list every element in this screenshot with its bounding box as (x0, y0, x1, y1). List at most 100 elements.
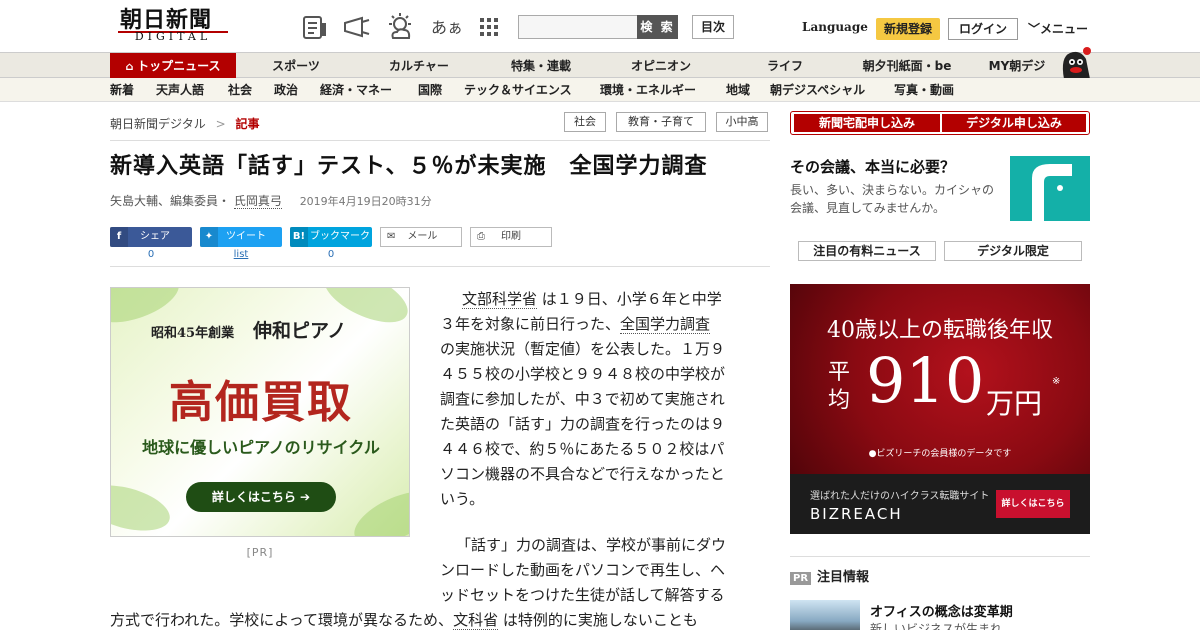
office-thumbnail[interactable] (790, 600, 860, 630)
paper-icon[interactable] (300, 12, 330, 42)
bizreach-logo: BIZREACH (810, 505, 903, 523)
bookmark-label: ブックマーク (310, 231, 370, 242)
text-line: ソコン機器の不具合などで行えなかったと (440, 465, 725, 483)
nav-culture[interactable]: カルチャー (376, 53, 462, 79)
tag-education[interactable]: 教育・子育て (616, 112, 706, 132)
subnav-environment[interactable]: 環境・エネルギー (600, 78, 696, 102)
nav-opinion[interactable]: オピニオン (618, 53, 704, 79)
subnav-world[interactable]: 国際 (418, 78, 442, 102)
toc-button[interactable]: 目次 (692, 15, 734, 39)
attention-label: 注目情報 (817, 570, 870, 585)
twitter-tweet-button[interactable]: ✦ ツイート (200, 227, 282, 247)
article-date: 2019年4月19日20時31分 (299, 195, 432, 208)
article-title: 新導入英語「話す」テスト、５％が未実施 全国学力調査 (110, 154, 708, 179)
link-mext[interactable]: 文部科学省 (462, 290, 538, 309)
language-link[interactable]: Language (802, 20, 868, 34)
byline: 矢島大輔、編集委員・ 氏岡真弓 2019年4月19日20時31分 (110, 192, 432, 209)
sub-nav: 新着 天声人語 社会 政治 経済・マネー 国際 テック＆サイエンス 環境・エネル… (0, 78, 1200, 102)
promo-title[interactable]: その会議、本当に必要？ (790, 156, 955, 177)
text-line: ４５５校の小学校と９９４８校の中学校が (440, 365, 726, 383)
biz-average-label: 平均 (828, 360, 851, 413)
article-paragraph-2: 「話す」力の調査は、学校が事前にダウ ンロードした動画をパソコンで再生し、ヘ ッ… (440, 533, 775, 608)
breadcrumb-separator: > (215, 117, 226, 131)
subnav-new[interactable]: 新着 (110, 78, 134, 102)
link-mext[interactable]: 文科省 (453, 611, 499, 630)
author-link[interactable]: 氏岡真弓 (233, 194, 282, 209)
subnav-politics[interactable]: 政治 (274, 78, 298, 102)
weather-icon[interactable] (385, 12, 415, 42)
subnav-tech[interactable]: テック＆サイエンス (464, 78, 572, 102)
facebook-share-button[interactable]: f シェア (110, 227, 192, 247)
print-button[interactable]: ⎙ 印刷 (470, 227, 552, 247)
bizreach-ad[interactable]: 40歳以上の転職後年収 平均 910 万円 ※ ●ビズリーチの会員様のデータです… (790, 284, 1090, 534)
site-logo-sub[interactable]: DIGITAL (118, 30, 228, 46)
biz-amount: 910 (866, 344, 985, 417)
login-button[interactable]: ログイン (948, 18, 1018, 40)
tab-premium-news[interactable]: 注目の有料ニュース (798, 241, 936, 261)
biz-unit: 万円 (986, 387, 1043, 420)
link-national-test[interactable]: 全国学力調査 (620, 315, 711, 334)
main-nav: ⌂ トップニュース スポーツ カルチャー 特集・連載 オピニオン ライフ 朝夕刊… (0, 47, 1200, 79)
nav-sports[interactable]: スポーツ (256, 53, 336, 79)
newspaper-subscribe-button[interactable]: 新聞宅配申し込み (794, 114, 940, 132)
twitter-list-link[interactable]: list (200, 249, 282, 260)
biz-details-button[interactable]: 詳しくはこちら (996, 490, 1070, 518)
tag-school[interactable]: 小中高 (716, 112, 768, 132)
chevron-down-icon: ﹀ (1028, 22, 1041, 36)
text-line: ４４６校で、約５％にあたる５０２校はパ (440, 440, 725, 458)
text-line: ッドセットをつけた生徒が話して解答する (440, 586, 725, 604)
font-size-icon[interactable]: あぁ (431, 14, 463, 38)
nav-my-asadeji[interactable]: MY朝デジ (982, 53, 1052, 79)
tag-society[interactable]: 社会 (564, 112, 606, 132)
nav-label: トップニュース (137, 59, 221, 73)
text: は１９日、小学６年と中学 (537, 290, 722, 308)
menu-button[interactable]: ﹀メニュー (1028, 20, 1088, 37)
nav-life[interactable]: ライフ (750, 53, 820, 79)
subscribe-buttons: 新聞宅配申し込み デジタル申し込み (790, 111, 1090, 135)
breadcrumb: 朝日新聞デジタル > 記事 (110, 115, 260, 132)
divider (110, 266, 770, 267)
megaphone-icon[interactable] (342, 12, 372, 42)
attention-news-sub: 新しいビジネスが生まれ (870, 622, 1003, 630)
hatena-icon: B! (290, 227, 308, 247)
share-label: シェア (140, 231, 170, 242)
divider (790, 556, 1090, 557)
biz-note: ●ビズリーチの会員様のデータです (868, 449, 1012, 459)
hatena-bookmark-button[interactable]: B! ブックマーク (290, 227, 372, 247)
text: ３年を対象に前日行った、 (440, 315, 621, 333)
text: は特例的に実施しないことも (498, 611, 698, 629)
hatena-count: 0 (327, 249, 335, 260)
subnav-society[interactable]: 社会 (228, 78, 252, 102)
leaf-decoration (346, 480, 409, 536)
text-line: ンロードした動画をパソコンで再生し、ヘ (440, 561, 726, 579)
mail-button[interactable]: ✉ メール (380, 227, 462, 247)
ad-tagline: 地球に優しいピアノのリサイクル (142, 438, 380, 457)
subnav-photo[interactable]: 写真・動画 (894, 78, 954, 102)
subnav-special[interactable]: 朝デジスペシャル (770, 78, 865, 102)
search-button[interactable]: 検 索 (637, 15, 678, 39)
print-icon: ⎙ (477, 231, 485, 242)
nav-paper[interactable]: 朝夕刊紙面・be (856, 53, 958, 79)
text-line: の実施状況（暫定値）を公表した。１万９ (440, 340, 726, 358)
signup-button[interactable]: 新規登録 (876, 18, 940, 40)
mascot-icon[interactable] (1056, 45, 1092, 79)
search-input[interactable] (518, 15, 638, 39)
attention-heading: PR 注目情報 (790, 566, 869, 585)
digital-subscribe-button[interactable]: デジタル申し込み (942, 114, 1086, 132)
text-line: 「話す」力の調査は、学校が事前にダウ (456, 536, 727, 554)
leaf-decoration (111, 477, 175, 536)
apps-grid-icon[interactable] (474, 12, 504, 42)
nav-top-news[interactable]: ⌂ トップニュース (110, 53, 236, 79)
subnav-economy[interactable]: 経済・マネー (320, 78, 392, 102)
site-header: 朝日新聞 DIGITAL あぁ 検 索 目次 Language 新規登録 ログイ… (0, 0, 1200, 52)
promo-image[interactable] (1010, 156, 1090, 221)
piano-ad[interactable]: 昭和45年創業 伸和ピアノ 高価買取 地球に優しいピアノのリサイクル 詳しくはこ… (110, 287, 410, 537)
nav-features[interactable]: 特集・連載 (496, 53, 586, 79)
subnav-region[interactable]: 地域 (726, 78, 750, 102)
breadcrumb-home[interactable]: 朝日新聞デジタル (110, 117, 206, 131)
divider (110, 140, 770, 141)
subnav-tenseijingo[interactable]: 天声人語 (156, 78, 204, 102)
tab-digital-only[interactable]: デジタル限定 (944, 241, 1082, 261)
ad-details-button[interactable]: 詳しくはこちら ➔ (186, 482, 336, 512)
attention-news-title[interactable]: オフィスの概念は変革期 (870, 601, 1013, 620)
